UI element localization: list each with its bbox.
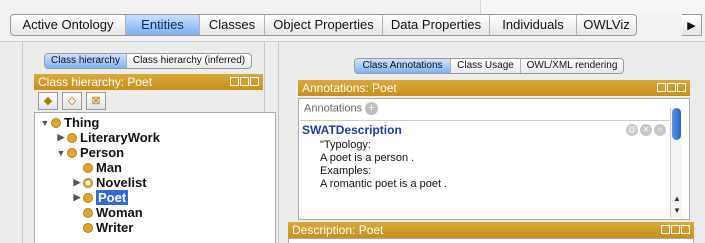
class-icon [83, 177, 93, 188]
tab-bar: Active Ontology Entities Classes Object Pro… [0, 0, 705, 42]
description-body [288, 238, 694, 243]
view-option-class-hierarchy-inferred-[interactable]: Class hierarchy (inferred) [127, 54, 251, 68]
tab-owlviz[interactable]: OWLViz [577, 15, 636, 35]
class-icon [83, 162, 93, 173]
tree-node-writer[interactable]: Writer [71, 220, 133, 235]
tree-node-man[interactable]: Man [71, 160, 122, 175]
annotations-scrollbar[interactable]: ▲ ▼ [670, 108, 682, 218]
tree-node-thing[interactable]: ▼ Thing [39, 115, 100, 130]
view-option-class-usage[interactable]: Class Usage [451, 59, 521, 73]
annotation-item[interactable]: SWATDescription "Typology: A poet is a p… [300, 120, 670, 198]
tree-node-literarywork[interactable]: ▶ LiteraryWork [55, 130, 160, 145]
add-subclass-icon[interactable]: ◆ [38, 92, 58, 110]
tabs-overflow-button[interactable]: ▶ [682, 14, 702, 36]
annotation-actions: @ ✕ ○ [626, 124, 666, 136]
toolbar-strip [480, 0, 705, 14]
tree-node-label[interactable]: Woman [96, 205, 143, 220]
class-hierarchy-title: Class hierarchy: Poet [38, 75, 153, 89]
tree-node-label[interactable]: Writer [96, 220, 133, 235]
workspace-tabs: Active Ontology Entities Classes Object Pro… [10, 14, 637, 36]
tab-active-ontology[interactable]: Active Ontology [11, 15, 126, 35]
class-icon [83, 222, 93, 233]
annotation-line: A romantic poet is a poet . [320, 178, 448, 190]
annotations-header: Annotations: Poet [298, 80, 690, 96]
annotation-info-icon[interactable]: @ [626, 124, 638, 136]
annotation-line: Examples: [320, 165, 372, 177]
expand-icon[interactable]: ▶ [71, 192, 83, 203]
tree-node-label[interactable]: Man [96, 160, 122, 175]
tab-individuals[interactable]: Individuals [490, 15, 577, 35]
scroll-down-icon[interactable]: ▼ [671, 206, 683, 215]
class-icon [67, 132, 77, 143]
class-icon [83, 207, 93, 218]
description-header: Description: Poet [288, 222, 694, 238]
annotation-line: "Typology: [320, 139, 371, 151]
class-hierarchy-switch: Class hierarchy Class hierarchy (inferred… [44, 53, 252, 69]
view-window-controls[interactable] [661, 225, 690, 234]
annotations-list-header: Annotations + [304, 102, 684, 116]
tree-node-woman[interactable]: Woman [71, 205, 143, 220]
tree-node-person[interactable]: ▼ Person [55, 145, 125, 160]
description-title: Description: Poet [292, 223, 384, 237]
collapse-icon[interactable]: ▼ [39, 118, 51, 128]
tree-node-poet[interactable]: ▶ Poet [71, 190, 129, 205]
tree-node-label[interactable]: LiteraryWork [80, 130, 160, 145]
annotation-delete-icon[interactable]: ✕ [640, 124, 652, 136]
view-option-class-hierarchy[interactable]: Class hierarchy [45, 54, 127, 68]
expand-icon[interactable]: ▶ [71, 177, 83, 188]
add-annotation-icon[interactable]: + [365, 102, 379, 115]
expand-icon[interactable]: ▶ [55, 132, 67, 143]
collapse-icon[interactable]: ▼ [55, 148, 67, 158]
scroll-up-icon[interactable]: ▲ [671, 194, 683, 203]
tree-node-label[interactable]: Person [80, 145, 124, 160]
class-icon [67, 147, 77, 158]
tree-node-label[interactable]: Thing [64, 115, 99, 130]
annotation-view-switch: Class Annotations Class Usage OWL/XML rend… [354, 58, 624, 74]
add-sibling-icon[interactable]: ◇ [62, 92, 82, 110]
tab-object-properties[interactable]: Object Properties [265, 15, 383, 35]
class-hierarchy-header: Class hierarchy: Poet [34, 74, 263, 90]
protege-window: Active Ontology Entities Classes Object Pro… [0, 0, 705, 243]
view-option-owl-xml-rendering[interactable]: OWL/XML rendering [521, 59, 623, 73]
tab-classes[interactable]: Classes [200, 15, 265, 35]
tree-node-label[interactable]: Novelist [96, 175, 147, 190]
view-option-class-annotations[interactable]: Class Annotations [355, 59, 451, 73]
tab-entities[interactable]: Entities [126, 15, 200, 35]
class-icon [83, 192, 93, 203]
delete-class-icon[interactable]: ⊠ [86, 92, 106, 110]
tree-node-novelist[interactable]: ▶ Novelist [71, 175, 147, 190]
tab-data-properties[interactable]: Data Properties [383, 15, 490, 35]
class-tree: ▼ Thing ▶ LiteraryWork ▼ Person Man ▶ Novelist ▶ P… [34, 112, 276, 243]
scroll-thumb[interactable] [672, 108, 681, 140]
class-icon [51, 117, 61, 128]
annotation-edit-icon[interactable]: ○ [654, 124, 666, 136]
view-window-controls[interactable] [657, 83, 686, 92]
annotation-property[interactable]: SWATDescription [302, 123, 402, 137]
annotation-line: A poet is a person . [320, 152, 415, 164]
annotations-title: Annotations: Poet [302, 81, 397, 95]
annotations-label: Annotations [304, 102, 363, 115]
tree-node-label[interactable]: Poet [96, 190, 129, 205]
view-window-controls[interactable] [230, 77, 259, 86]
class-toolbar: ◆ ◇ ⊠ [38, 92, 106, 112]
